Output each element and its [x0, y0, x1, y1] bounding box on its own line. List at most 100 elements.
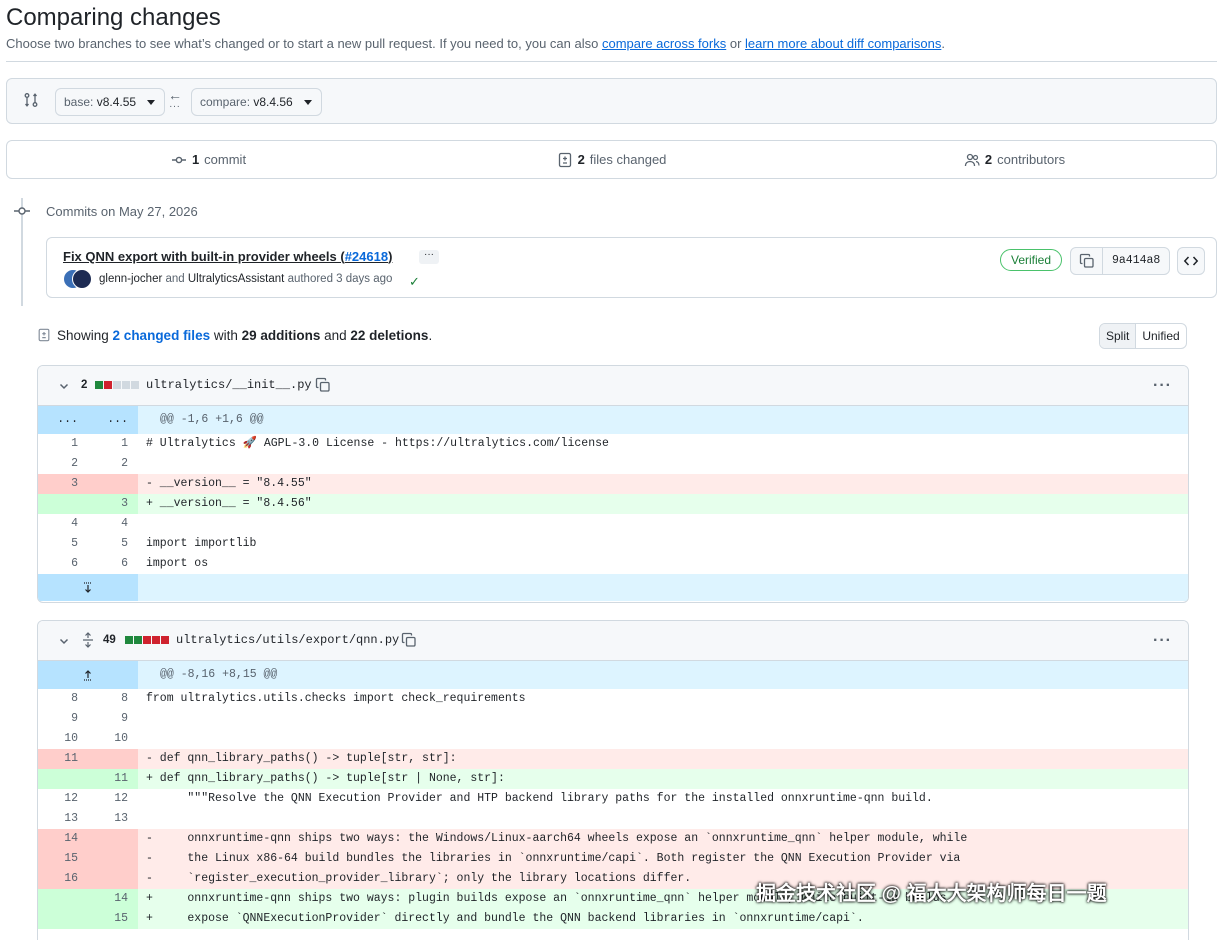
- old-line-number[interactable]: [38, 909, 88, 929]
- copy-icon[interactable]: [315, 377, 331, 393]
- sha-group: 9a414a8: [1070, 247, 1171, 275]
- commit-row: Fix QNN export with built-in provider wh…: [46, 237, 1217, 298]
- browse-repo-button[interactable]: [1177, 247, 1205, 275]
- new-line-number[interactable]: [88, 829, 138, 849]
- file-name-link[interactable]: ultralytics/utils/export/qnn.py: [176, 633, 399, 647]
- base-branch-select[interactable]: base: v8.4.55: [55, 88, 166, 116]
- old-line-number[interactable]: 8: [38, 689, 88, 709]
- added-line: 15 + expose `QNNExecutionProvider` direct…: [38, 909, 1188, 929]
- compare-stats: 1 commit 2 files changed 2 contributors: [6, 140, 1217, 179]
- verified-badge[interactable]: Verified: [1000, 249, 1063, 271]
- divider: [6, 61, 1217, 62]
- old-line-number[interactable]: 9: [38, 709, 88, 729]
- new-line-number[interactable]: 13: [88, 809, 138, 829]
- author-link[interactable]: UltralyticsAssistant: [188, 273, 285, 285]
- context-line: 22: [38, 454, 1188, 474]
- context-line: 6 6 import os: [38, 554, 1188, 574]
- old-line-number[interactable]: 12: [38, 789, 88, 809]
- new-line-number[interactable]: 12: [88, 789, 138, 809]
- old-line-number[interactable]: 15: [38, 849, 88, 869]
- new-line-number[interactable]: 14: [88, 889, 138, 909]
- code-line: import importlib: [146, 537, 257, 550]
- expand-up-button[interactable]: ...: [88, 406, 138, 434]
- files-changed-stat[interactable]: 2 files changed: [410, 141, 813, 178]
- file-diff-icon: [558, 152, 571, 167]
- old-line-number[interactable]: 4: [38, 514, 88, 534]
- commit-sha-link[interactable]: 9a414a8: [1103, 248, 1169, 274]
- code-line: + expose `QNNExecutionProvider` directly…: [138, 909, 1188, 929]
- new-line-number[interactable]: 4: [88, 514, 138, 534]
- old-line-number[interactable]: 5: [38, 534, 88, 554]
- chevron-down-icon[interactable]: [58, 380, 70, 392]
- new-line-number[interactable]: 3: [88, 494, 138, 514]
- kebab-menu-icon[interactable]: ···: [1153, 632, 1172, 650]
- new-line-number[interactable]: [88, 849, 138, 869]
- split-view-button[interactable]: Split: [1100, 324, 1137, 348]
- diffstat-blocks: [95, 381, 139, 389]
- git-compare-icon: [23, 92, 39, 111]
- range-editor: base: v8.4.55 ←... compare: v8.4.56: [6, 78, 1217, 124]
- author-link[interactable]: glenn-jocher: [99, 273, 162, 285]
- expand-down-button[interactable]: [38, 574, 138, 601]
- old-line-number[interactable]: 3: [38, 474, 88, 494]
- copy-icon[interactable]: [401, 632, 417, 648]
- old-line-number[interactable]: 11: [38, 749, 88, 769]
- copy-sha-button[interactable]: [1071, 248, 1103, 274]
- learn-diff-link[interactable]: learn more about diff comparisons: [745, 36, 941, 51]
- hunk-header: @@ -8,16 +8,15 @@: [38, 661, 1188, 689]
- new-line-number[interactable]: 10: [88, 729, 138, 749]
- new-line-number[interactable]: 2: [88, 454, 138, 474]
- commit-title-link[interactable]: Fix QNN export with built-in provider wh…: [63, 249, 392, 264]
- expand-up-button[interactable]: ...: [38, 406, 88, 434]
- code-line: + def qnn_library_paths() -> tuple[str |…: [138, 769, 1188, 789]
- diff-lines: 1 1 # Ultralytics 🚀 AGPL-3.0 License - htt…: [38, 434, 1188, 574]
- new-line-number[interactable]: 5: [88, 534, 138, 554]
- code-line: # Ultralytics 🚀 AGPL-3.0 License - https…: [146, 437, 609, 450]
- caret-down-icon: [147, 100, 156, 105]
- context-line: 1 1 # Ultralytics 🚀 AGPL-3.0 License - htt…: [38, 434, 1188, 454]
- new-line-number[interactable]: 11: [88, 769, 138, 789]
- file-header: 2 ultralytics/__init__.py ···: [38, 366, 1188, 406]
- new-line-number[interactable]: 15: [88, 909, 138, 929]
- old-line-number[interactable]: 14: [38, 829, 88, 849]
- old-line-number[interactable]: 1: [38, 434, 88, 454]
- commits-stat[interactable]: 1 commit: [7, 141, 410, 178]
- new-line-number[interactable]: [88, 749, 138, 769]
- expand-up-button[interactable]: [38, 661, 138, 689]
- old-line-number[interactable]: 16: [38, 869, 88, 889]
- chevron-down-icon[interactable]: [58, 635, 70, 647]
- compare-forks-link[interactable]: compare across forks: [602, 36, 726, 51]
- check-icon[interactable]: ✓: [409, 274, 420, 290]
- contributors-stat[interactable]: 2 contributors: [813, 141, 1216, 178]
- old-line-number[interactable]: [38, 889, 88, 909]
- changed-files-link[interactable]: 2 changed files: [113, 328, 211, 343]
- code-line: - onnxruntime-qnn ships two ways: the Wi…: [138, 829, 1188, 849]
- kebab-menu-icon[interactable]: ···: [1153, 377, 1172, 395]
- old-line-number[interactable]: [38, 494, 88, 514]
- new-line-number[interactable]: 8: [88, 689, 138, 709]
- old-line-number[interactable]: 6: [38, 554, 88, 574]
- old-line-number[interactable]: 2: [38, 454, 88, 474]
- expand-message-button[interactable]: ···: [419, 250, 439, 264]
- new-line-number[interactable]: [88, 474, 138, 494]
- new-line-number[interactable]: 6: [88, 554, 138, 574]
- avatar[interactable]: [63, 269, 93, 289]
- new-line-number[interactable]: 1: [88, 434, 138, 454]
- pr-link[interactable]: #24618: [345, 249, 388, 264]
- old-line-number[interactable]: [38, 769, 88, 789]
- expand-all-icon[interactable]: [81, 632, 95, 648]
- copy-icon: [1079, 253, 1094, 268]
- new-line-number[interactable]: [88, 869, 138, 889]
- code-line: - __version__ = "8.4.55": [138, 474, 1188, 494]
- compare-branch-select[interactable]: compare: v8.4.56: [191, 88, 322, 116]
- avatar-ultralytics-assistant[interactable]: [72, 269, 92, 289]
- old-line-number[interactable]: 10: [38, 729, 88, 749]
- unified-view-button[interactable]: Unified: [1136, 324, 1185, 348]
- unfold-down-icon: [84, 581, 92, 593]
- context-line: 44: [38, 514, 1188, 534]
- old-line-number[interactable]: 13: [38, 809, 88, 829]
- file-name-link[interactable]: ultralytics/__init__.py: [146, 378, 312, 392]
- new-line-number[interactable]: 9: [88, 709, 138, 729]
